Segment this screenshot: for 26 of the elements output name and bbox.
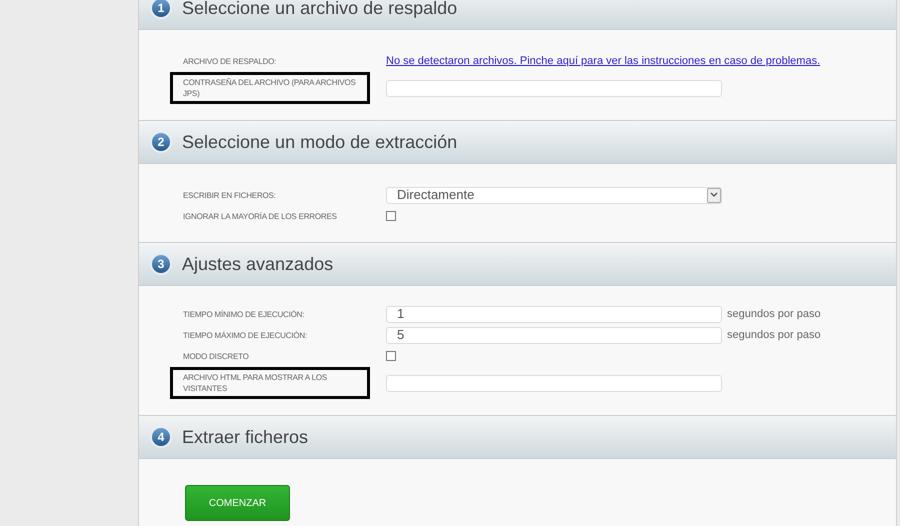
field-label: ARCHIVO DE RESPALDO:	[182, 56, 278, 68]
text-field[interactable]	[386, 374, 722, 392]
field-label: IGNORAR LA MAYORÍA DE LOS ERRORES	[182, 210, 338, 222]
section-title: Seleccione un modo de extracción	[182, 130, 458, 154]
text-field[interactable]: 5	[386, 326, 722, 344]
suffix-text: segundos por paso	[727, 306, 821, 322]
section-title: Extraer ficheros	[182, 426, 308, 448]
step-number: 3	[150, 253, 172, 275]
instructions-link[interactable]: No se detectaron archivos. Pinche aquí para ver las instrucciones en caso de problemas.	[386, 52, 820, 70]
text-field[interactable]	[386, 80, 722, 96]
field-label: ARCHIVO HTML PARA MOSTRAR A LOS VISITANTES	[170, 367, 370, 399]
checkbox[interactable]	[386, 211, 396, 221]
mode-select[interactable]: Directamente	[386, 186, 722, 204]
section-title: Seleccione un archivo de respaldo	[182, 0, 458, 20]
field-label: CONTRASEÑA DEL ARCHIVO (PARA ARCHIVOS JPS)	[170, 72, 370, 104]
field-label: TIEMPO MÁXIMO DE EJECUCIÓN:	[182, 330, 308, 342]
field-label: MODO DISCRETO	[182, 350, 250, 362]
step-number: 1	[150, 0, 172, 19]
step-number: 4	[150, 426, 172, 448]
text-field[interactable]: 1	[386, 306, 722, 322]
field-label: TIEMPO MÍNIMO DE EJECUCIÓN:	[182, 308, 306, 320]
checkbox[interactable]	[386, 351, 396, 361]
step-number: 2	[150, 131, 172, 153]
suffix-text: segundos por paso	[727, 328, 821, 343]
section-title: Ajustes avanzados	[182, 252, 334, 276]
field-label: ESCRIBIR EN FICHEROS:	[182, 190, 277, 202]
